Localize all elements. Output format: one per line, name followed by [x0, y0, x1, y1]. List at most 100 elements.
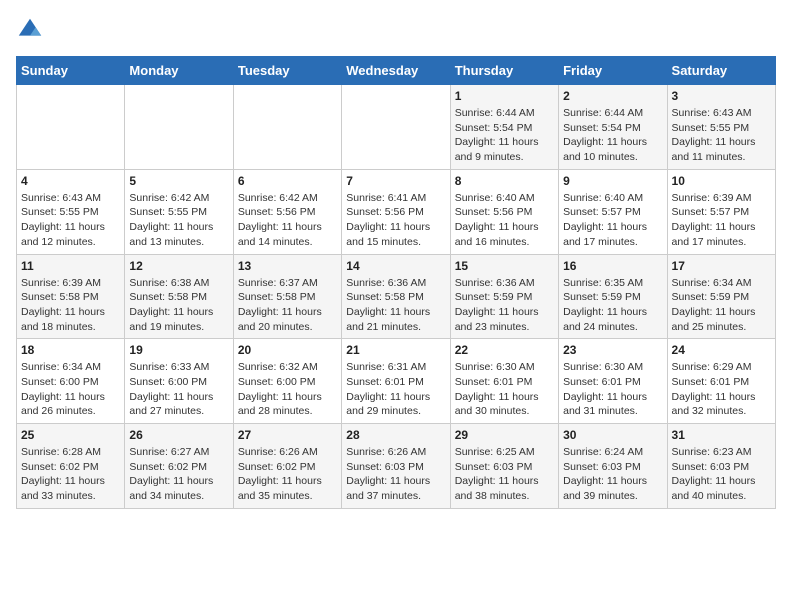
day-cell: [17, 85, 125, 170]
logo: [16, 16, 48, 44]
col-header-friday: Friday: [559, 57, 667, 85]
day-number: 2: [563, 89, 662, 103]
day-cell: 3 Sunrise: 6:43 AM Sunset: 5:55 PM Daylig…: [667, 85, 775, 170]
day-cell: 28 Sunrise: 6:26 AM Sunset: 6:03 PM Dayli…: [342, 424, 450, 509]
day-cell: 11 Sunrise: 6:39 AM Sunset: 5:58 PM Dayli…: [17, 254, 125, 339]
day-info: Sunrise: 6:30 AM Sunset: 6:01 PM Dayligh…: [455, 360, 554, 419]
day-number: 19: [129, 343, 228, 357]
day-info: Sunrise: 6:44 AM Sunset: 5:54 PM Dayligh…: [563, 106, 662, 165]
day-cell: 4 Sunrise: 6:43 AM Sunset: 5:55 PM Daylig…: [17, 169, 125, 254]
week-row-4: 18Sunrise: 6:34 AM Sunset: 6:00 PM Dayli…: [17, 339, 776, 424]
day-number: 29: [455, 428, 554, 442]
day-cell: 20 Sunrise: 6:32 AM Sunset: 6:00 PM Dayli…: [233, 339, 341, 424]
day-number: 16: [563, 259, 662, 273]
day-number: 26: [129, 428, 228, 442]
day-cell: 25Sunrise: 6:28 AM Sunset: 6:02 PM Dayli…: [17, 424, 125, 509]
day-cell: 2 Sunrise: 6:44 AM Sunset: 5:54 PM Daylig…: [559, 85, 667, 170]
day-number: 24: [672, 343, 771, 357]
week-row-2: 4 Sunrise: 6:43 AM Sunset: 5:55 PM Daylig…: [17, 169, 776, 254]
day-number: 8: [455, 174, 554, 188]
day-info: Sunrise: 6:27 AM Sunset: 6:02 PM Dayligh…: [129, 445, 228, 504]
day-number: 18: [21, 343, 120, 357]
day-cell: 1Sunrise: 6:44 AM Sunset: 5:54 PM Daylig…: [450, 85, 558, 170]
day-cell: 13 Sunrise: 6:37 AM Sunset: 5:58 PM Dayli…: [233, 254, 341, 339]
day-cell: 30 Sunrise: 6:24 AM Sunset: 6:03 PM Dayli…: [559, 424, 667, 509]
day-number: 20: [238, 343, 337, 357]
day-number: 3: [672, 89, 771, 103]
col-header-wednesday: Wednesday: [342, 57, 450, 85]
day-info: Sunrise: 6:44 AM Sunset: 5:54 PM Dayligh…: [455, 106, 554, 165]
day-info: Sunrise: 6:30 AM Sunset: 6:01 PM Dayligh…: [563, 360, 662, 419]
day-info: Sunrise: 6:26 AM Sunset: 6:02 PM Dayligh…: [238, 445, 337, 504]
day-cell: 22 Sunrise: 6:30 AM Sunset: 6:01 PM Dayli…: [450, 339, 558, 424]
day-cell: 7 Sunrise: 6:41 AM Sunset: 5:56 PM Daylig…: [342, 169, 450, 254]
day-number: 7: [346, 174, 445, 188]
day-info: Sunrise: 6:34 AM Sunset: 5:59 PM Dayligh…: [672, 276, 771, 335]
day-number: 14: [346, 259, 445, 273]
day-number: 5: [129, 174, 228, 188]
day-cell: 21 Sunrise: 6:31 AM Sunset: 6:01 PM Dayli…: [342, 339, 450, 424]
day-number: 21: [346, 343, 445, 357]
day-number: 22: [455, 343, 554, 357]
day-cell: [125, 85, 233, 170]
day-number: 12: [129, 259, 228, 273]
calendar-table: SundayMondayTuesdayWednesdayThursdayFrid…: [16, 56, 776, 509]
day-cell: [233, 85, 341, 170]
day-cell: 8 Sunrise: 6:40 AM Sunset: 5:56 PM Daylig…: [450, 169, 558, 254]
day-info: Sunrise: 6:39 AM Sunset: 5:58 PM Dayligh…: [21, 276, 120, 335]
day-cell: 23Sunrise: 6:30 AM Sunset: 6:01 PM Dayli…: [559, 339, 667, 424]
day-info: Sunrise: 6:42 AM Sunset: 5:56 PM Dayligh…: [238, 191, 337, 250]
day-cell: 19 Sunrise: 6:33 AM Sunset: 6:00 PM Dayli…: [125, 339, 233, 424]
day-info: Sunrise: 6:23 AM Sunset: 6:03 PM Dayligh…: [672, 445, 771, 504]
day-cell: 12 Sunrise: 6:38 AM Sunset: 5:58 PM Dayli…: [125, 254, 233, 339]
day-info: Sunrise: 6:42 AM Sunset: 5:55 PM Dayligh…: [129, 191, 228, 250]
day-info: Sunrise: 6:39 AM Sunset: 5:57 PM Dayligh…: [672, 191, 771, 250]
day-info: Sunrise: 6:36 AM Sunset: 5:59 PM Dayligh…: [455, 276, 554, 335]
col-header-monday: Monday: [125, 57, 233, 85]
col-header-saturday: Saturday: [667, 57, 775, 85]
day-cell: 18Sunrise: 6:34 AM Sunset: 6:00 PM Dayli…: [17, 339, 125, 424]
week-row-3: 11 Sunrise: 6:39 AM Sunset: 5:58 PM Dayli…: [17, 254, 776, 339]
day-info: Sunrise: 6:38 AM Sunset: 5:58 PM Dayligh…: [129, 276, 228, 335]
day-cell: [342, 85, 450, 170]
day-info: Sunrise: 6:29 AM Sunset: 6:01 PM Dayligh…: [672, 360, 771, 419]
day-cell: 24 Sunrise: 6:29 AM Sunset: 6:01 PM Dayli…: [667, 339, 775, 424]
day-info: Sunrise: 6:43 AM Sunset: 5:55 PM Dayligh…: [21, 191, 120, 250]
day-cell: 16 Sunrise: 6:35 AM Sunset: 5:59 PM Dayli…: [559, 254, 667, 339]
day-number: 27: [238, 428, 337, 442]
day-info: Sunrise: 6:24 AM Sunset: 6:03 PM Dayligh…: [563, 445, 662, 504]
day-number: 17: [672, 259, 771, 273]
col-header-tuesday: Tuesday: [233, 57, 341, 85]
day-number: 28: [346, 428, 445, 442]
day-info: Sunrise: 6:31 AM Sunset: 6:01 PM Dayligh…: [346, 360, 445, 419]
day-number: 11: [21, 259, 120, 273]
day-cell: 10Sunrise: 6:39 AM Sunset: 5:57 PM Dayli…: [667, 169, 775, 254]
page-header: [16, 16, 776, 44]
day-cell: 26 Sunrise: 6:27 AM Sunset: 6:02 PM Dayli…: [125, 424, 233, 509]
header-row: SundayMondayTuesdayWednesdayThursdayFrid…: [17, 57, 776, 85]
week-row-5: 25Sunrise: 6:28 AM Sunset: 6:02 PM Dayli…: [17, 424, 776, 509]
day-info: Sunrise: 6:40 AM Sunset: 5:56 PM Dayligh…: [455, 191, 554, 250]
day-cell: 5 Sunrise: 6:42 AM Sunset: 5:55 PM Daylig…: [125, 169, 233, 254]
day-cell: 15 Sunrise: 6:36 AM Sunset: 5:59 PM Dayli…: [450, 254, 558, 339]
day-info: Sunrise: 6:32 AM Sunset: 6:00 PM Dayligh…: [238, 360, 337, 419]
week-row-1: 1Sunrise: 6:44 AM Sunset: 5:54 PM Daylig…: [17, 85, 776, 170]
day-number: 4: [21, 174, 120, 188]
day-info: Sunrise: 6:33 AM Sunset: 6:00 PM Dayligh…: [129, 360, 228, 419]
day-info: Sunrise: 6:43 AM Sunset: 5:55 PM Dayligh…: [672, 106, 771, 165]
logo-icon: [16, 16, 44, 44]
day-number: 13: [238, 259, 337, 273]
day-cell: 29Sunrise: 6:25 AM Sunset: 6:03 PM Dayli…: [450, 424, 558, 509]
day-info: Sunrise: 6:26 AM Sunset: 6:03 PM Dayligh…: [346, 445, 445, 504]
day-info: Sunrise: 6:37 AM Sunset: 5:58 PM Dayligh…: [238, 276, 337, 335]
day-info: Sunrise: 6:28 AM Sunset: 6:02 PM Dayligh…: [21, 445, 120, 504]
day-info: Sunrise: 6:41 AM Sunset: 5:56 PM Dayligh…: [346, 191, 445, 250]
day-cell: 27 Sunrise: 6:26 AM Sunset: 6:02 PM Dayli…: [233, 424, 341, 509]
day-cell: 17 Sunrise: 6:34 AM Sunset: 5:59 PM Dayli…: [667, 254, 775, 339]
col-header-sunday: Sunday: [17, 57, 125, 85]
day-number: 30: [563, 428, 662, 442]
day-info: Sunrise: 6:35 AM Sunset: 5:59 PM Dayligh…: [563, 276, 662, 335]
day-number: 6: [238, 174, 337, 188]
day-number: 15: [455, 259, 554, 273]
day-number: 31: [672, 428, 771, 442]
